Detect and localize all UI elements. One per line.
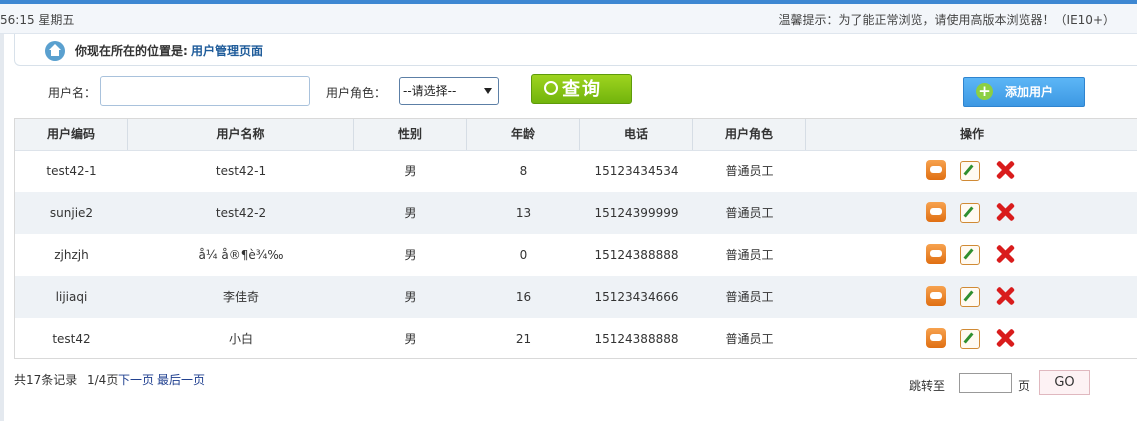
cell-code: lijiaqi xyxy=(55,290,88,304)
delete-icon[interactable] xyxy=(994,159,1016,181)
home-icon[interactable] xyxy=(45,41,65,61)
table-row: zjhzjh å¼ å®¶è¾‰ 男 0 15124388888 普通员工 xyxy=(15,234,1137,276)
cell-phone: 15123434534 xyxy=(594,164,679,178)
record-count: 共17条记录 xyxy=(14,373,78,387)
delete-icon[interactable] xyxy=(994,243,1016,265)
cell-phone: 15124388888 xyxy=(594,248,679,262)
datetime-text: 56:15 星期五 xyxy=(0,13,75,27)
row-actions xyxy=(805,234,1137,276)
cell-phone: 15124399999 xyxy=(594,206,679,220)
view-icon[interactable] xyxy=(926,160,946,180)
cell-gender: 男 xyxy=(404,332,417,346)
cell-phone: 15123434666 xyxy=(594,290,679,304)
cell-phone: 15124388888 xyxy=(594,332,679,346)
query-button[interactable]: 查询 xyxy=(531,74,632,104)
cell-role: 普通员工 xyxy=(725,164,774,178)
table-row: sunjie2 test42-2 男 13 15124399999 普通员工 xyxy=(15,192,1137,234)
view-icon[interactable] xyxy=(926,286,946,306)
cell-age: 21 xyxy=(515,332,532,346)
username-label: 用户名： xyxy=(48,86,97,100)
header-actions: 操作 xyxy=(959,127,984,141)
delete-icon[interactable] xyxy=(994,285,1016,307)
header-phone: 电话 xyxy=(580,119,693,150)
header-role: 用户角色 xyxy=(693,119,806,150)
next-page-link[interactable]: 下一页 xyxy=(118,371,154,388)
add-user-button[interactable]: + 添加用户 xyxy=(963,77,1085,107)
cell-name: test42-1 xyxy=(215,164,267,178)
view-icon[interactable] xyxy=(926,202,946,222)
user-table: 用户编码 用户名称 性别 年龄 电话 用户角色 操作 test42-1 test… xyxy=(14,118,1137,359)
cell-gender: 男 xyxy=(404,290,417,304)
role-label: 用户角色： xyxy=(326,86,387,100)
table-row: test42-1 test42-1 男 8 15123434534 普通员工 xyxy=(15,150,1137,192)
breadcrumb: 你现在所在的位置是: 用户管理页面 xyxy=(14,34,1137,66)
cell-role: 普通员工 xyxy=(725,332,774,346)
cell-name: å¼ å®¶è¾‰ xyxy=(198,248,284,262)
cell-name: test42-2 xyxy=(215,206,267,220)
edit-icon[interactable] xyxy=(960,245,980,265)
last-page-link[interactable]: 最后一页 xyxy=(157,371,205,388)
cell-role: 普通员工 xyxy=(725,206,774,220)
header-name: 用户名称 xyxy=(128,119,354,150)
left-rail xyxy=(0,34,4,421)
row-actions xyxy=(805,318,1137,360)
table-header: 用户编码 用户名称 性别 年龄 电话 用户角色 操作 xyxy=(15,119,1137,151)
cell-code: test42 xyxy=(52,332,91,346)
cell-gender: 男 xyxy=(404,248,417,262)
username-input[interactable] xyxy=(100,76,310,106)
header-age: 年龄 xyxy=(467,119,580,150)
cell-name: 李佳奇 xyxy=(222,290,259,304)
cell-code: zjhzjh xyxy=(54,248,89,262)
view-icon[interactable] xyxy=(926,328,946,348)
cell-age: 13 xyxy=(515,206,532,220)
cell-gender: 男 xyxy=(404,164,417,178)
table-row: test42 小白 男 21 15124388888 普通员工 xyxy=(15,318,1137,360)
add-user-label: 添加用户 xyxy=(1005,85,1054,99)
browser-tip: 温馨提示：为了能正常浏览，请使用高版本浏览器！（IE10+） xyxy=(778,13,1115,27)
edit-icon[interactable] xyxy=(960,203,980,223)
jump-unit: 页 xyxy=(1018,379,1031,393)
search-icon xyxy=(544,81,558,95)
plus-icon: + xyxy=(976,83,993,100)
table-row: lijiaqi 李佳奇 男 16 15123434666 普通员工 xyxy=(15,276,1137,318)
cell-gender: 男 xyxy=(404,206,417,220)
header-gender: 性别 xyxy=(354,119,467,150)
go-button[interactable]: GO xyxy=(1039,370,1090,395)
row-actions xyxy=(805,276,1137,318)
chevron-down-icon xyxy=(484,88,492,94)
cell-age: 8 xyxy=(519,164,528,178)
role-select-value: --请选择-- xyxy=(403,84,457,98)
cell-role: 普通员工 xyxy=(725,290,774,304)
row-actions xyxy=(805,150,1137,192)
row-actions xyxy=(805,192,1137,234)
breadcrumb-current[interactable]: 用户管理页面 xyxy=(191,42,263,59)
cell-code: sunjie2 xyxy=(49,206,94,220)
view-icon[interactable] xyxy=(926,244,946,264)
role-select[interactable]: --请选择-- xyxy=(399,77,499,105)
jump-page-input[interactable] xyxy=(959,373,1012,393)
page-indicator: 1/4页 xyxy=(87,373,119,387)
cell-role: 普通员工 xyxy=(725,248,774,262)
edit-icon[interactable] xyxy=(960,161,980,181)
query-button-label: 查询 xyxy=(562,79,602,100)
delete-icon[interactable] xyxy=(994,327,1016,349)
edit-icon[interactable] xyxy=(960,287,980,307)
cell-age: 16 xyxy=(515,290,532,304)
jump-label: 跳转至 xyxy=(909,379,946,393)
delete-icon[interactable] xyxy=(994,201,1016,223)
top-status-bar: 56:15 星期五 温馨提示：为了能正常浏览，请使用高版本浏览器！（IE10+） xyxy=(0,4,1137,34)
edit-icon[interactable] xyxy=(960,329,980,349)
cell-code: test42-1 xyxy=(46,164,97,178)
header-code: 用户编码 xyxy=(15,119,128,150)
breadcrumb-label: 你现在所在的位置是: xyxy=(75,44,188,58)
cell-age: 0 xyxy=(519,248,528,262)
cell-name: 小白 xyxy=(228,332,253,346)
